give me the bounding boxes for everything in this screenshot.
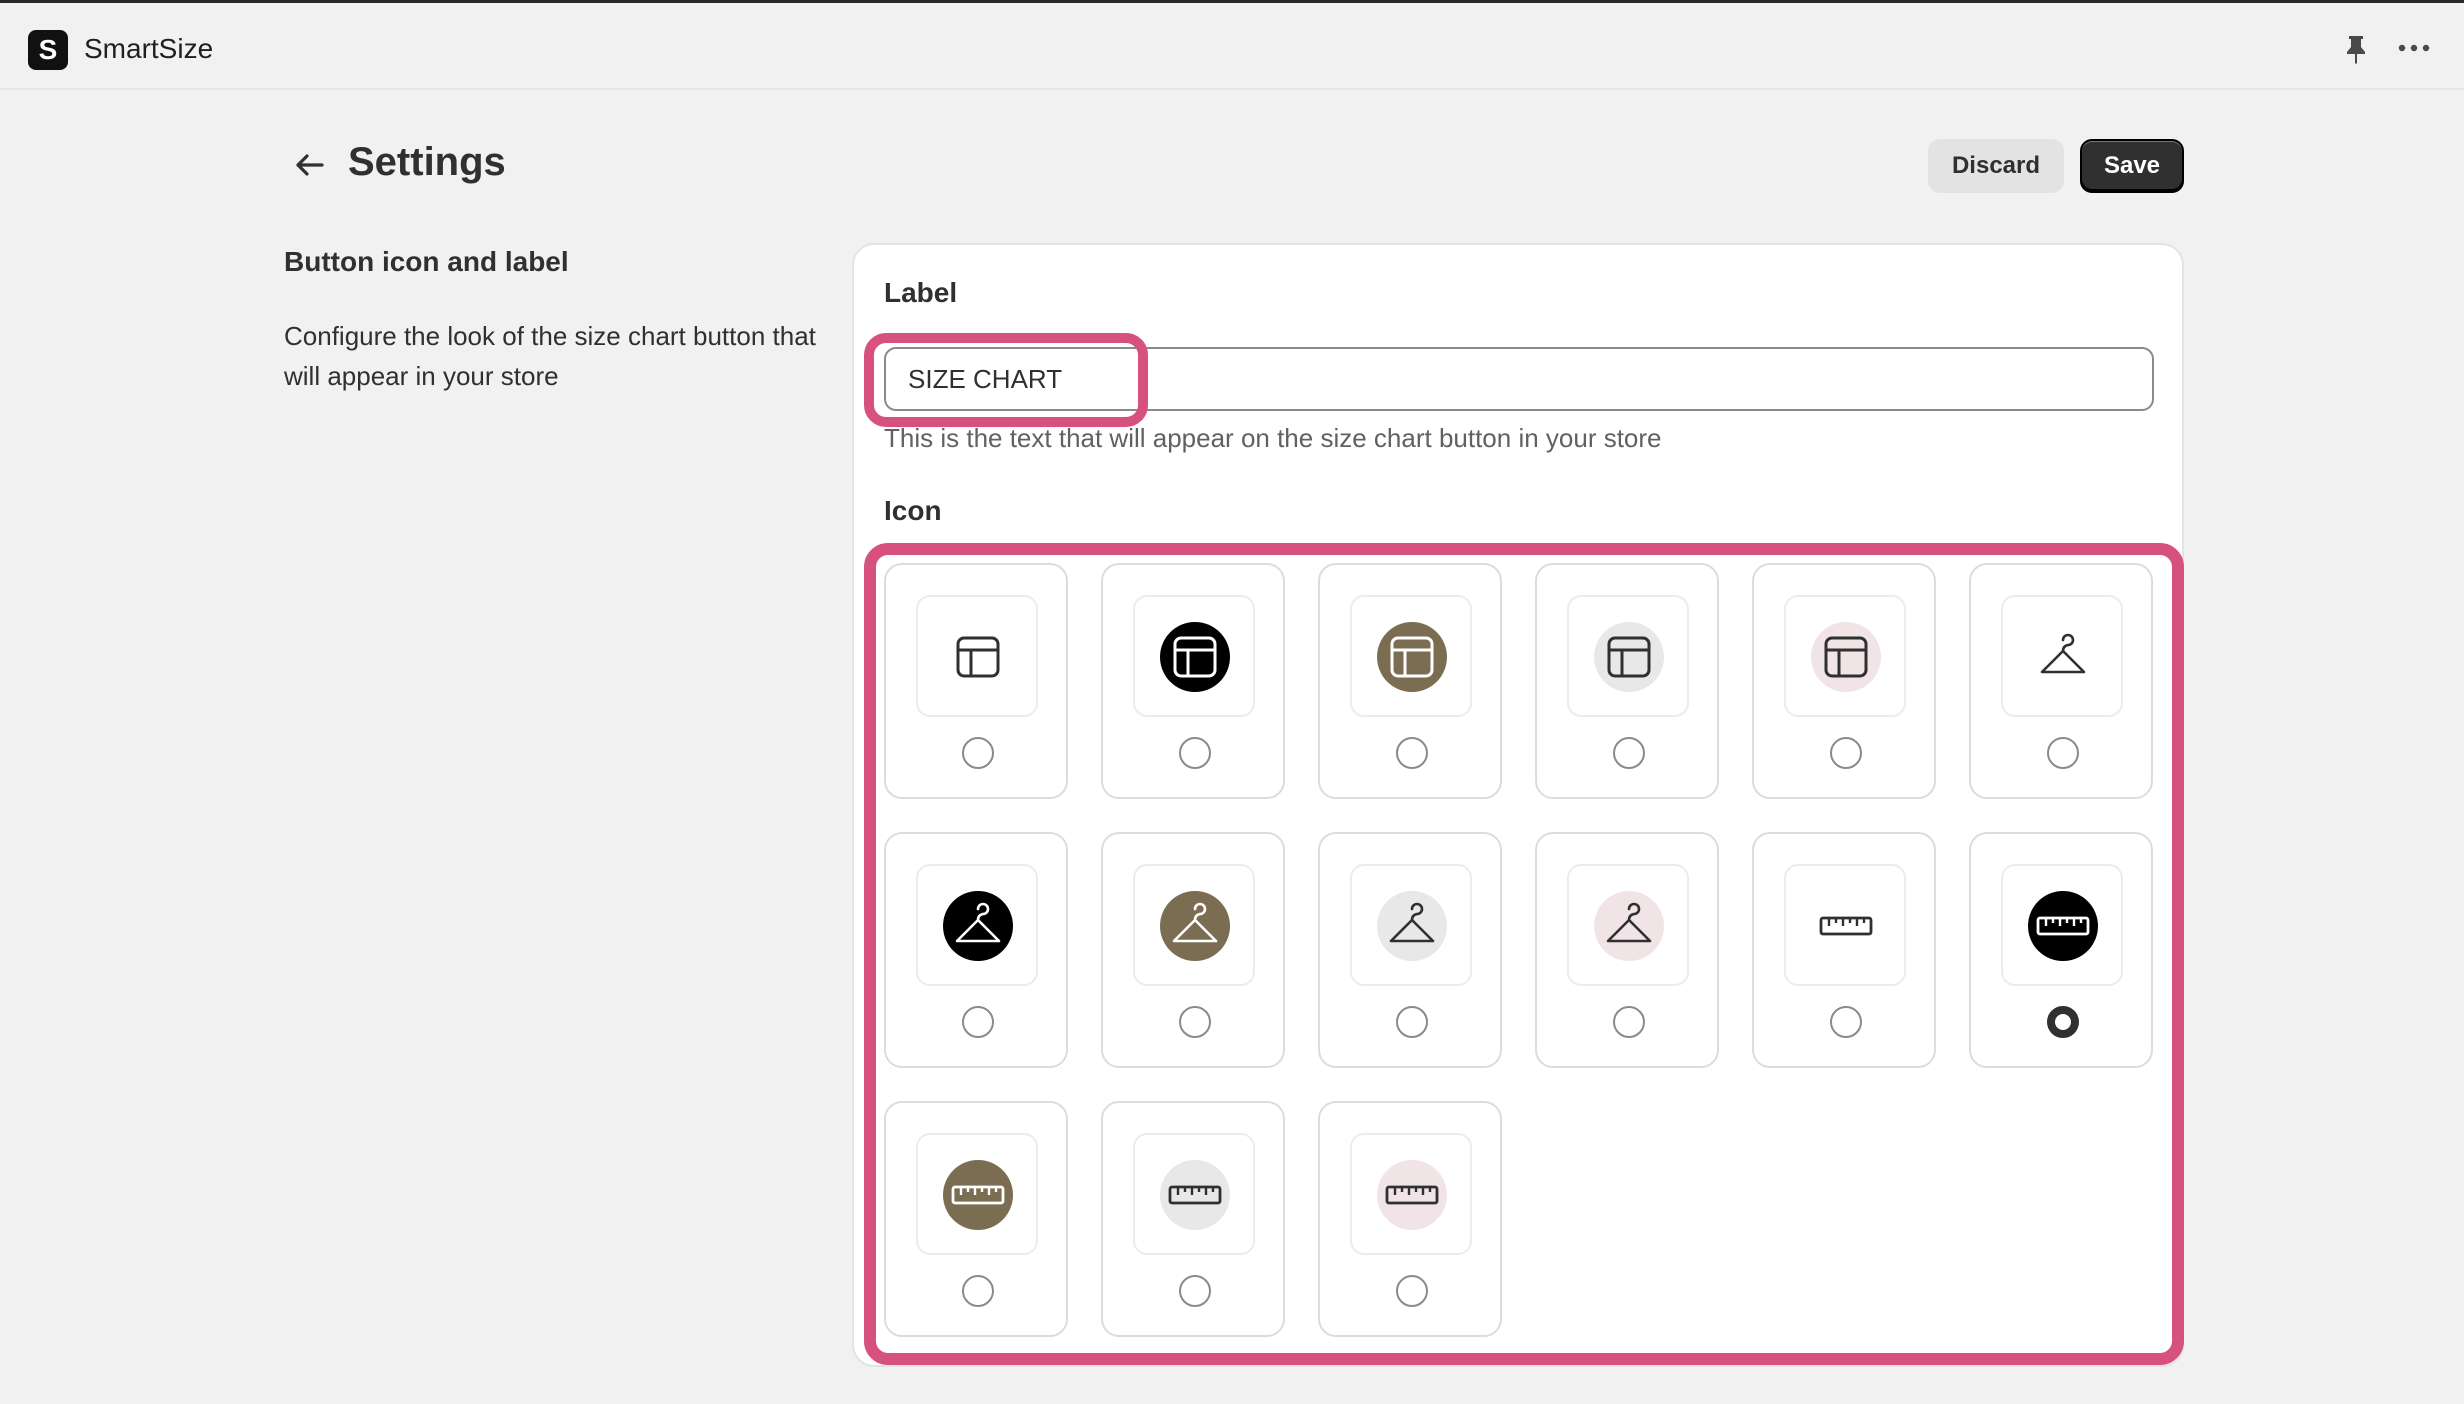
icon-preview (916, 1133, 1038, 1255)
icon-field-title: Icon (884, 495, 942, 526)
icon-preview (1133, 864, 1255, 986)
ruler-grey-icon (1168, 1185, 1222, 1205)
table-olive-icon (1390, 636, 1434, 678)
icon-radio-button[interactable] (1179, 1006, 1211, 1038)
icon-option-tile[interactable] (1101, 563, 1285, 799)
icon-option-tile[interactable] (1535, 832, 1719, 1068)
icon-preview (1567, 595, 1689, 717)
icon-radio-button[interactable] (962, 1275, 994, 1307)
hanger-outline-icon (2040, 633, 2086, 674)
icon-radio-button[interactable] (2047, 737, 2079, 769)
icon-option-tile[interactable] (1101, 832, 1285, 1068)
label-input[interactable] (884, 347, 2154, 411)
icon-preview (1350, 1133, 1472, 1255)
ruler-outline-icon (1819, 916, 1873, 936)
icon-preview (1133, 1133, 1255, 1255)
icon-preview (916, 864, 1038, 986)
page-title: Settings (348, 140, 506, 184)
hanger-olive-icon (1172, 902, 1218, 943)
section-description: Configure the look of the size chart but… (284, 321, 816, 391)
icon-radio-button[interactable] (1396, 1275, 1428, 1307)
icon-option-tile[interactable] (1318, 563, 1502, 799)
icon-preview (1133, 595, 1255, 717)
table-black-icon (1173, 636, 1217, 678)
icon-radio-button[interactable] (1830, 737, 1862, 769)
discard-button[interactable]: Discard (1928, 139, 2064, 193)
settings-card: Label This is the text that will appear … (852, 243, 2184, 1367)
icon-radio-button[interactable] (962, 1006, 994, 1038)
icon-option-tile[interactable] (1752, 832, 1936, 1068)
icon-option-tile[interactable] (884, 563, 1068, 799)
table-grey-icon (1607, 636, 1651, 678)
icon-option-tile[interactable] (1101, 1101, 1285, 1337)
table-pink-icon (1824, 636, 1868, 678)
pin-icon[interactable] (2342, 33, 2370, 65)
label-field-title: Label (884, 277, 958, 308)
icon-radio-button[interactable] (962, 737, 994, 769)
icon-preview (1350, 864, 1472, 986)
icon-preview (1784, 864, 1906, 986)
icon-radio-button[interactable] (1179, 737, 1211, 769)
icon-option-tile[interactable] (1318, 1101, 1502, 1337)
icon-radio-button[interactable] (1396, 1006, 1428, 1038)
icon-preview (1784, 595, 1906, 717)
icon-preview (1350, 595, 1472, 717)
icon-preview (1567, 864, 1689, 986)
icon-radio-button[interactable] (2047, 1006, 2079, 1038)
app-name: SmartSize (84, 33, 214, 64)
hanger-pink-icon (1606, 902, 1652, 943)
icon-option-tile[interactable] (1752, 563, 1936, 799)
icon-radio-button[interactable] (1179, 1275, 1211, 1307)
icon-option-tile[interactable] (1535, 563, 1719, 799)
table-outline-icon (956, 636, 1000, 678)
label-help-text: This is the text that will appear on the… (884, 423, 1662, 453)
icon-radio-button[interactable] (1396, 737, 1428, 769)
back-arrow-icon[interactable] (292, 148, 326, 182)
save-button[interactable]: Save (2080, 139, 2184, 193)
icon-option-tile[interactable] (1969, 563, 2153, 799)
app-logo: S (28, 30, 68, 70)
icon-option-tile[interactable] (884, 832, 1068, 1068)
icon-option-tile[interactable] (1969, 832, 2153, 1068)
icon-option-tile[interactable] (1318, 832, 1502, 1068)
icon-radio-button[interactable] (1613, 737, 1645, 769)
icon-option-tile[interactable] (884, 1101, 1068, 1337)
icon-preview (2001, 595, 2123, 717)
hanger-black-icon (955, 902, 1001, 943)
more-options-icon[interactable] (2396, 33, 2432, 63)
ruler-pink-icon (1385, 1185, 1439, 1205)
icon-preview (916, 595, 1038, 717)
hanger-grey-icon (1389, 902, 1435, 943)
icon-preview (2001, 864, 2123, 986)
ruler-olive-icon (951, 1185, 1005, 1205)
icon-radio-button[interactable] (1830, 1006, 1862, 1038)
icon-radio-button[interactable] (1613, 1006, 1645, 1038)
section-title: Button icon and label (284, 246, 569, 277)
ruler-black-icon (2036, 916, 2090, 936)
top-bar: S SmartSize (0, 0, 2464, 90)
